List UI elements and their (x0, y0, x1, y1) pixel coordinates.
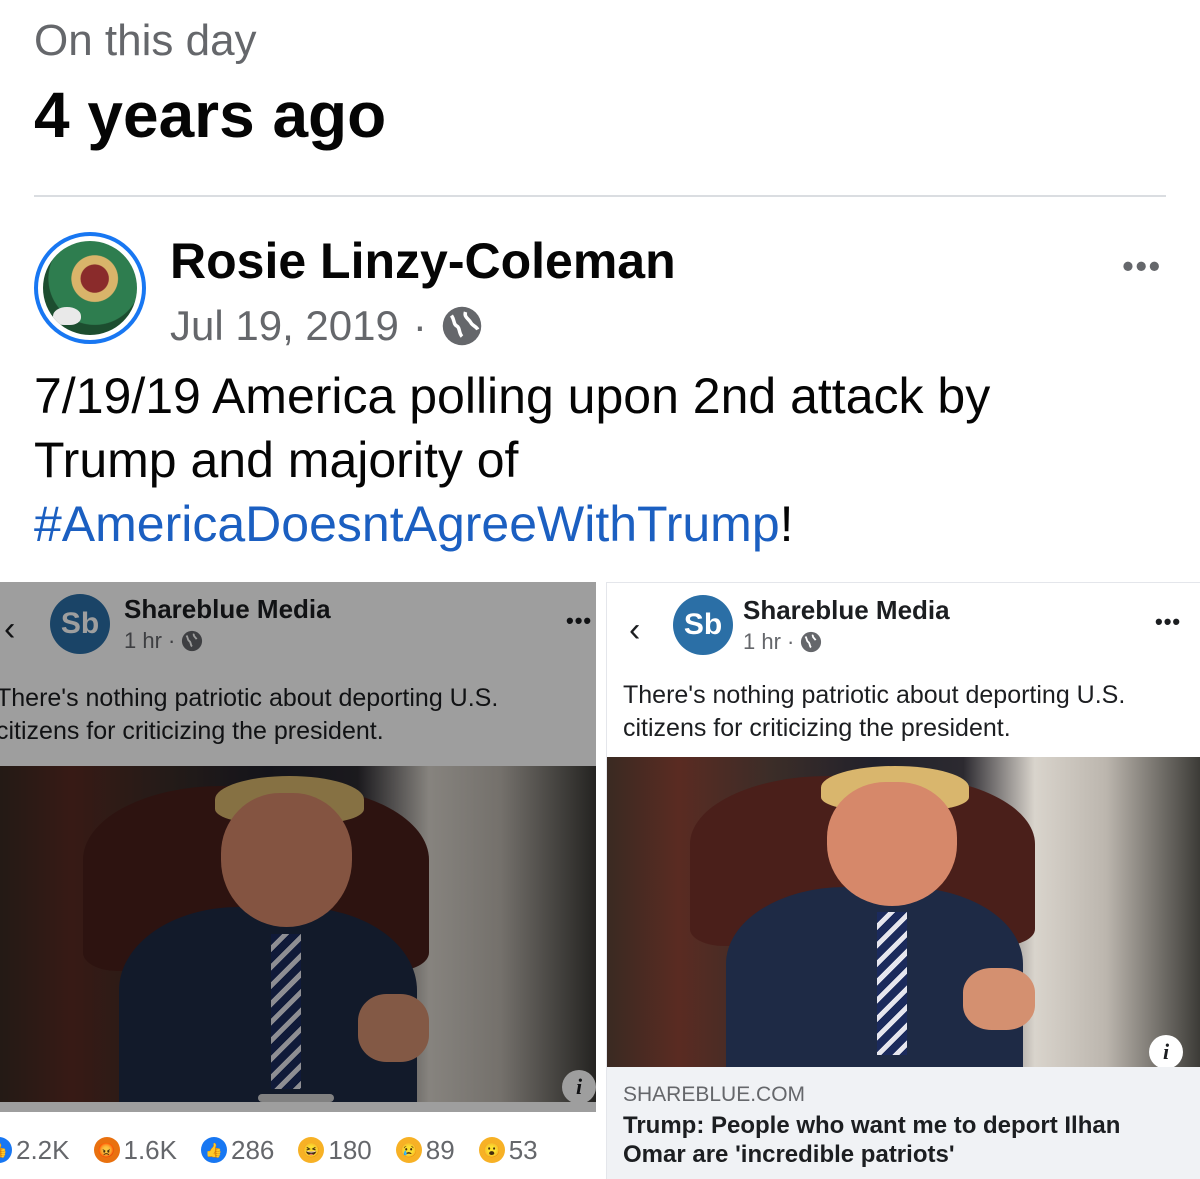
reaction-wow[interactable]: 😮 53 (478, 1134, 538, 1166)
date-separator: · (412, 302, 427, 349)
shared-card-right[interactable]: ‹ Sb Shareblue Media 1 hr · ••• There's … (606, 582, 1200, 1179)
avatar[interactable] (34, 232, 146, 344)
more-options-icon[interactable]: ••• (1155, 609, 1181, 635)
link-title[interactable]: Trump: People who want me to deport Ilha… (623, 1111, 1184, 1169)
post-text-line1: 7/19/19 America polling upon 2nd attack … (34, 368, 991, 424)
globe-icon (182, 630, 203, 652)
link-title-line1: Trump: People who want me to deport Ilha… (623, 1112, 1121, 1139)
post-time: 1 hr · (743, 629, 795, 654)
page-name[interactable]: Shareblue Media (743, 595, 950, 626)
reaction-count: 2.2K (16, 1134, 70, 1165)
more-options-icon[interactable]: ••• (566, 608, 592, 634)
page-meta: 1 hr · (124, 628, 203, 654)
page-name[interactable]: Shareblue Media (124, 594, 331, 625)
reaction-count: 89 (425, 1134, 455, 1165)
shared-text-line2: citizens for criticizing the president. (0, 717, 384, 745)
reaction-count: 286 (231, 1134, 275, 1165)
like-icon: 👍 (0, 1137, 12, 1163)
reaction-haha[interactable]: 😆 180 (298, 1134, 372, 1166)
wow-icon: 😮 (478, 1137, 505, 1163)
back-icon[interactable]: ‹ (4, 610, 15, 649)
info-icon[interactable]: i (562, 1070, 596, 1104)
angry-icon: 😡 (93, 1137, 120, 1163)
author-name[interactable]: Rosie Linzy-Coleman (170, 232, 676, 290)
sad-icon: 😢 (395, 1137, 422, 1163)
post-text-end: ! (779, 496, 794, 552)
post-date[interactable]: Jul 19, 2019 (170, 302, 399, 350)
reaction-like[interactable]: 👍 2.2K (0, 1135, 70, 1166)
reaction-count: 1.6K (123, 1134, 178, 1165)
link-title-line2: Omar are 'incredible patriots' (623, 1141, 955, 1168)
reaction-angry[interactable]: 😡 1.6K (93, 1134, 178, 1166)
shareblue-logo[interactable]: Sb (673, 595, 733, 655)
info-icon[interactable]: i (1149, 1035, 1183, 1069)
memory-label: On this day (34, 16, 257, 65)
shared-card-left[interactable]: ‹ Sb Shareblue Media 1 hr · ••• There's … (0, 582, 596, 1179)
reactions-bar[interactable]: 👍 2.2K 😡 1.6K 👍 286 😆 180 😢 89 😮 53 (0, 1132, 596, 1168)
reaction-count: 53 (508, 1134, 538, 1165)
shared-photo[interactable] (0, 766, 596, 1102)
post-text-line2: Trump and majority of (34, 432, 519, 488)
shared-text: There's nothing patriotic about deportin… (0, 682, 498, 748)
post-time: 1 hr · (124, 628, 176, 653)
post-date-row: Jul 19, 2019 · (170, 302, 483, 350)
memory-years: 4 years ago (34, 79, 387, 151)
shared-photo[interactable] (607, 757, 1200, 1067)
shared-text: There's nothing patriotic about deportin… (623, 679, 1125, 745)
hashtag-link[interactable]: #AmericaDoesntAgreeWithTrump (34, 496, 780, 552)
reaction-count: 180 (328, 1134, 372, 1165)
avatar-image (43, 241, 137, 335)
shared-text-line1: There's nothing patriotic about deportin… (623, 681, 1126, 709)
reaction-sad[interactable]: 😢 89 (395, 1134, 455, 1166)
shareblue-logo[interactable]: Sb (50, 594, 110, 654)
divider (34, 195, 1166, 197)
link-domain: SHAREBLUE.COM (623, 1083, 806, 1106)
page-meta: 1 hr · (743, 629, 822, 655)
globe-icon (801, 631, 822, 653)
link-preview[interactable]: SHAREBLUE.COM Trump: People who want me … (607, 1067, 1200, 1179)
shared-text-line2: citizens for criticizing the president. (623, 714, 1011, 742)
shared-text-line1: There's nothing patriotic about deportin… (0, 684, 499, 712)
post-text: 7/19/19 America polling upon 2nd attack … (34, 364, 1174, 556)
back-icon[interactable]: ‹ (629, 611, 640, 650)
haha-icon: 😆 (298, 1137, 325, 1163)
globe-icon (442, 306, 482, 346)
like-icon: 👍 (201, 1137, 227, 1163)
scroll-indicator (258, 1094, 334, 1102)
more-options-icon[interactable]: ••• (1122, 248, 1162, 285)
reaction-like-2[interactable]: 👍 286 (201, 1135, 274, 1166)
